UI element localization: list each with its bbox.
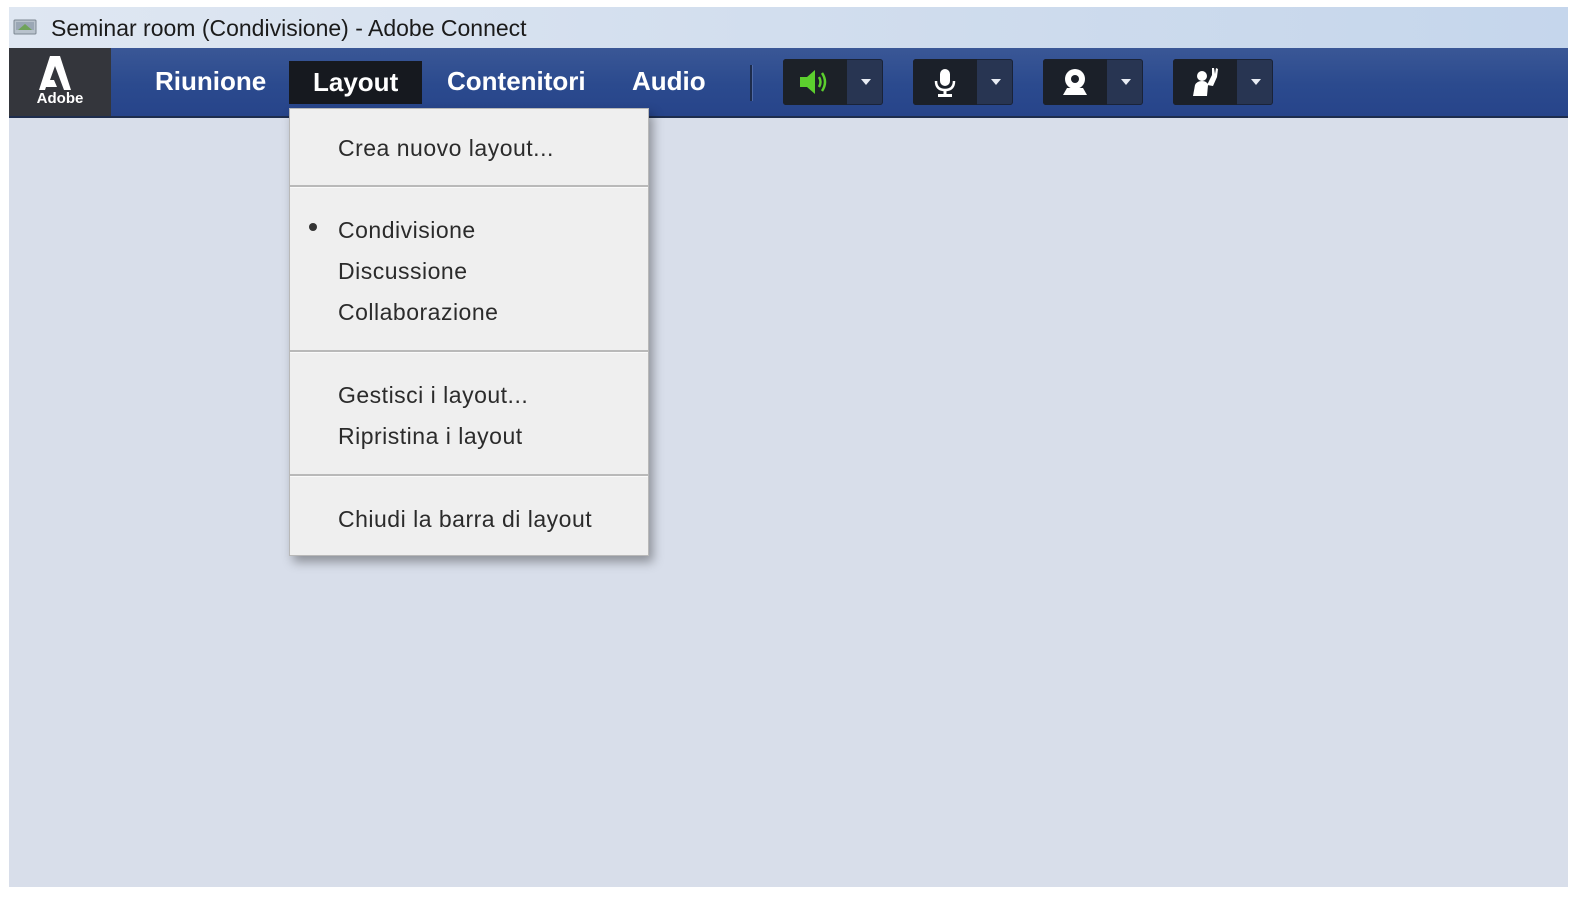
adobe-logo-text: Adobe	[36, 90, 84, 107]
adobe-a-icon	[39, 56, 71, 90]
raise-hand-button[interactable]	[1173, 59, 1237, 105]
app-window: Seminar room (Condivisione) - Adobe Conn…	[9, 7, 1568, 887]
webcam-icon	[1063, 69, 1087, 95]
microphone-control	[913, 59, 1013, 105]
speaker-dropdown[interactable]	[848, 59, 883, 105]
menu-divider	[290, 185, 648, 188]
menu-item-collaborazione[interactable]: Collaborazione	[338, 299, 498, 326]
menu-item-manage-layouts[interactable]: Gestisci i layout...	[338, 382, 528, 409]
menu-item-condivisione[interactable]: Condivisione	[338, 217, 476, 244]
menu-item-reset-layouts[interactable]: Ripristina i layout	[338, 423, 523, 450]
status-control	[1173, 59, 1273, 105]
webcam-dropdown[interactable]	[1108, 59, 1143, 105]
layout-menu: Crea nuovo layout... Condivisione Discus…	[289, 108, 649, 556]
microphone-icon	[934, 69, 956, 97]
menu-contenitori[interactable]: Contenitori	[447, 48, 586, 114]
adobe-logo[interactable]: Adobe	[9, 48, 111, 116]
chevron-down-icon	[1121, 79, 1131, 85]
window-title: Seminar room (Condivisione) - Adobe Conn…	[51, 15, 527, 41]
menu-separator	[750, 65, 753, 101]
microphone-dropdown[interactable]	[978, 59, 1013, 105]
menu-riunione[interactable]: Riunione	[155, 48, 266, 114]
menu-audio[interactable]: Audio	[632, 48, 706, 114]
selected-bullet-icon	[309, 223, 317, 231]
menu-layout[interactable]: Layout	[289, 61, 423, 104]
app-icon	[13, 19, 37, 35]
chevron-down-icon	[991, 79, 1001, 85]
speaker-icon	[800, 70, 827, 94]
menu-item-create-layout[interactable]: Crea nuovo layout...	[338, 135, 554, 162]
menu-bar: Adobe Riunione Layout Contenitori Audio	[9, 48, 1568, 118]
chevron-down-icon	[1251, 79, 1261, 85]
speaker-control	[783, 59, 883, 105]
menu-item-close-layout-bar[interactable]: Chiudi la barra di layout	[338, 506, 592, 533]
webcam-control	[1043, 59, 1143, 105]
menu-item-discussione[interactable]: Discussione	[338, 258, 468, 285]
menu-divider	[290, 350, 648, 353]
microphone-button[interactable]	[913, 59, 977, 105]
raise-hand-icon	[1193, 68, 1218, 96]
speaker-button[interactable]	[783, 59, 847, 105]
status-dropdown[interactable]	[1238, 59, 1273, 105]
chevron-down-icon	[861, 79, 871, 85]
menu-divider	[290, 474, 648, 477]
webcam-button[interactable]	[1043, 59, 1107, 105]
title-bar: Seminar room (Condivisione) - Adobe Conn…	[9, 7, 1568, 48]
